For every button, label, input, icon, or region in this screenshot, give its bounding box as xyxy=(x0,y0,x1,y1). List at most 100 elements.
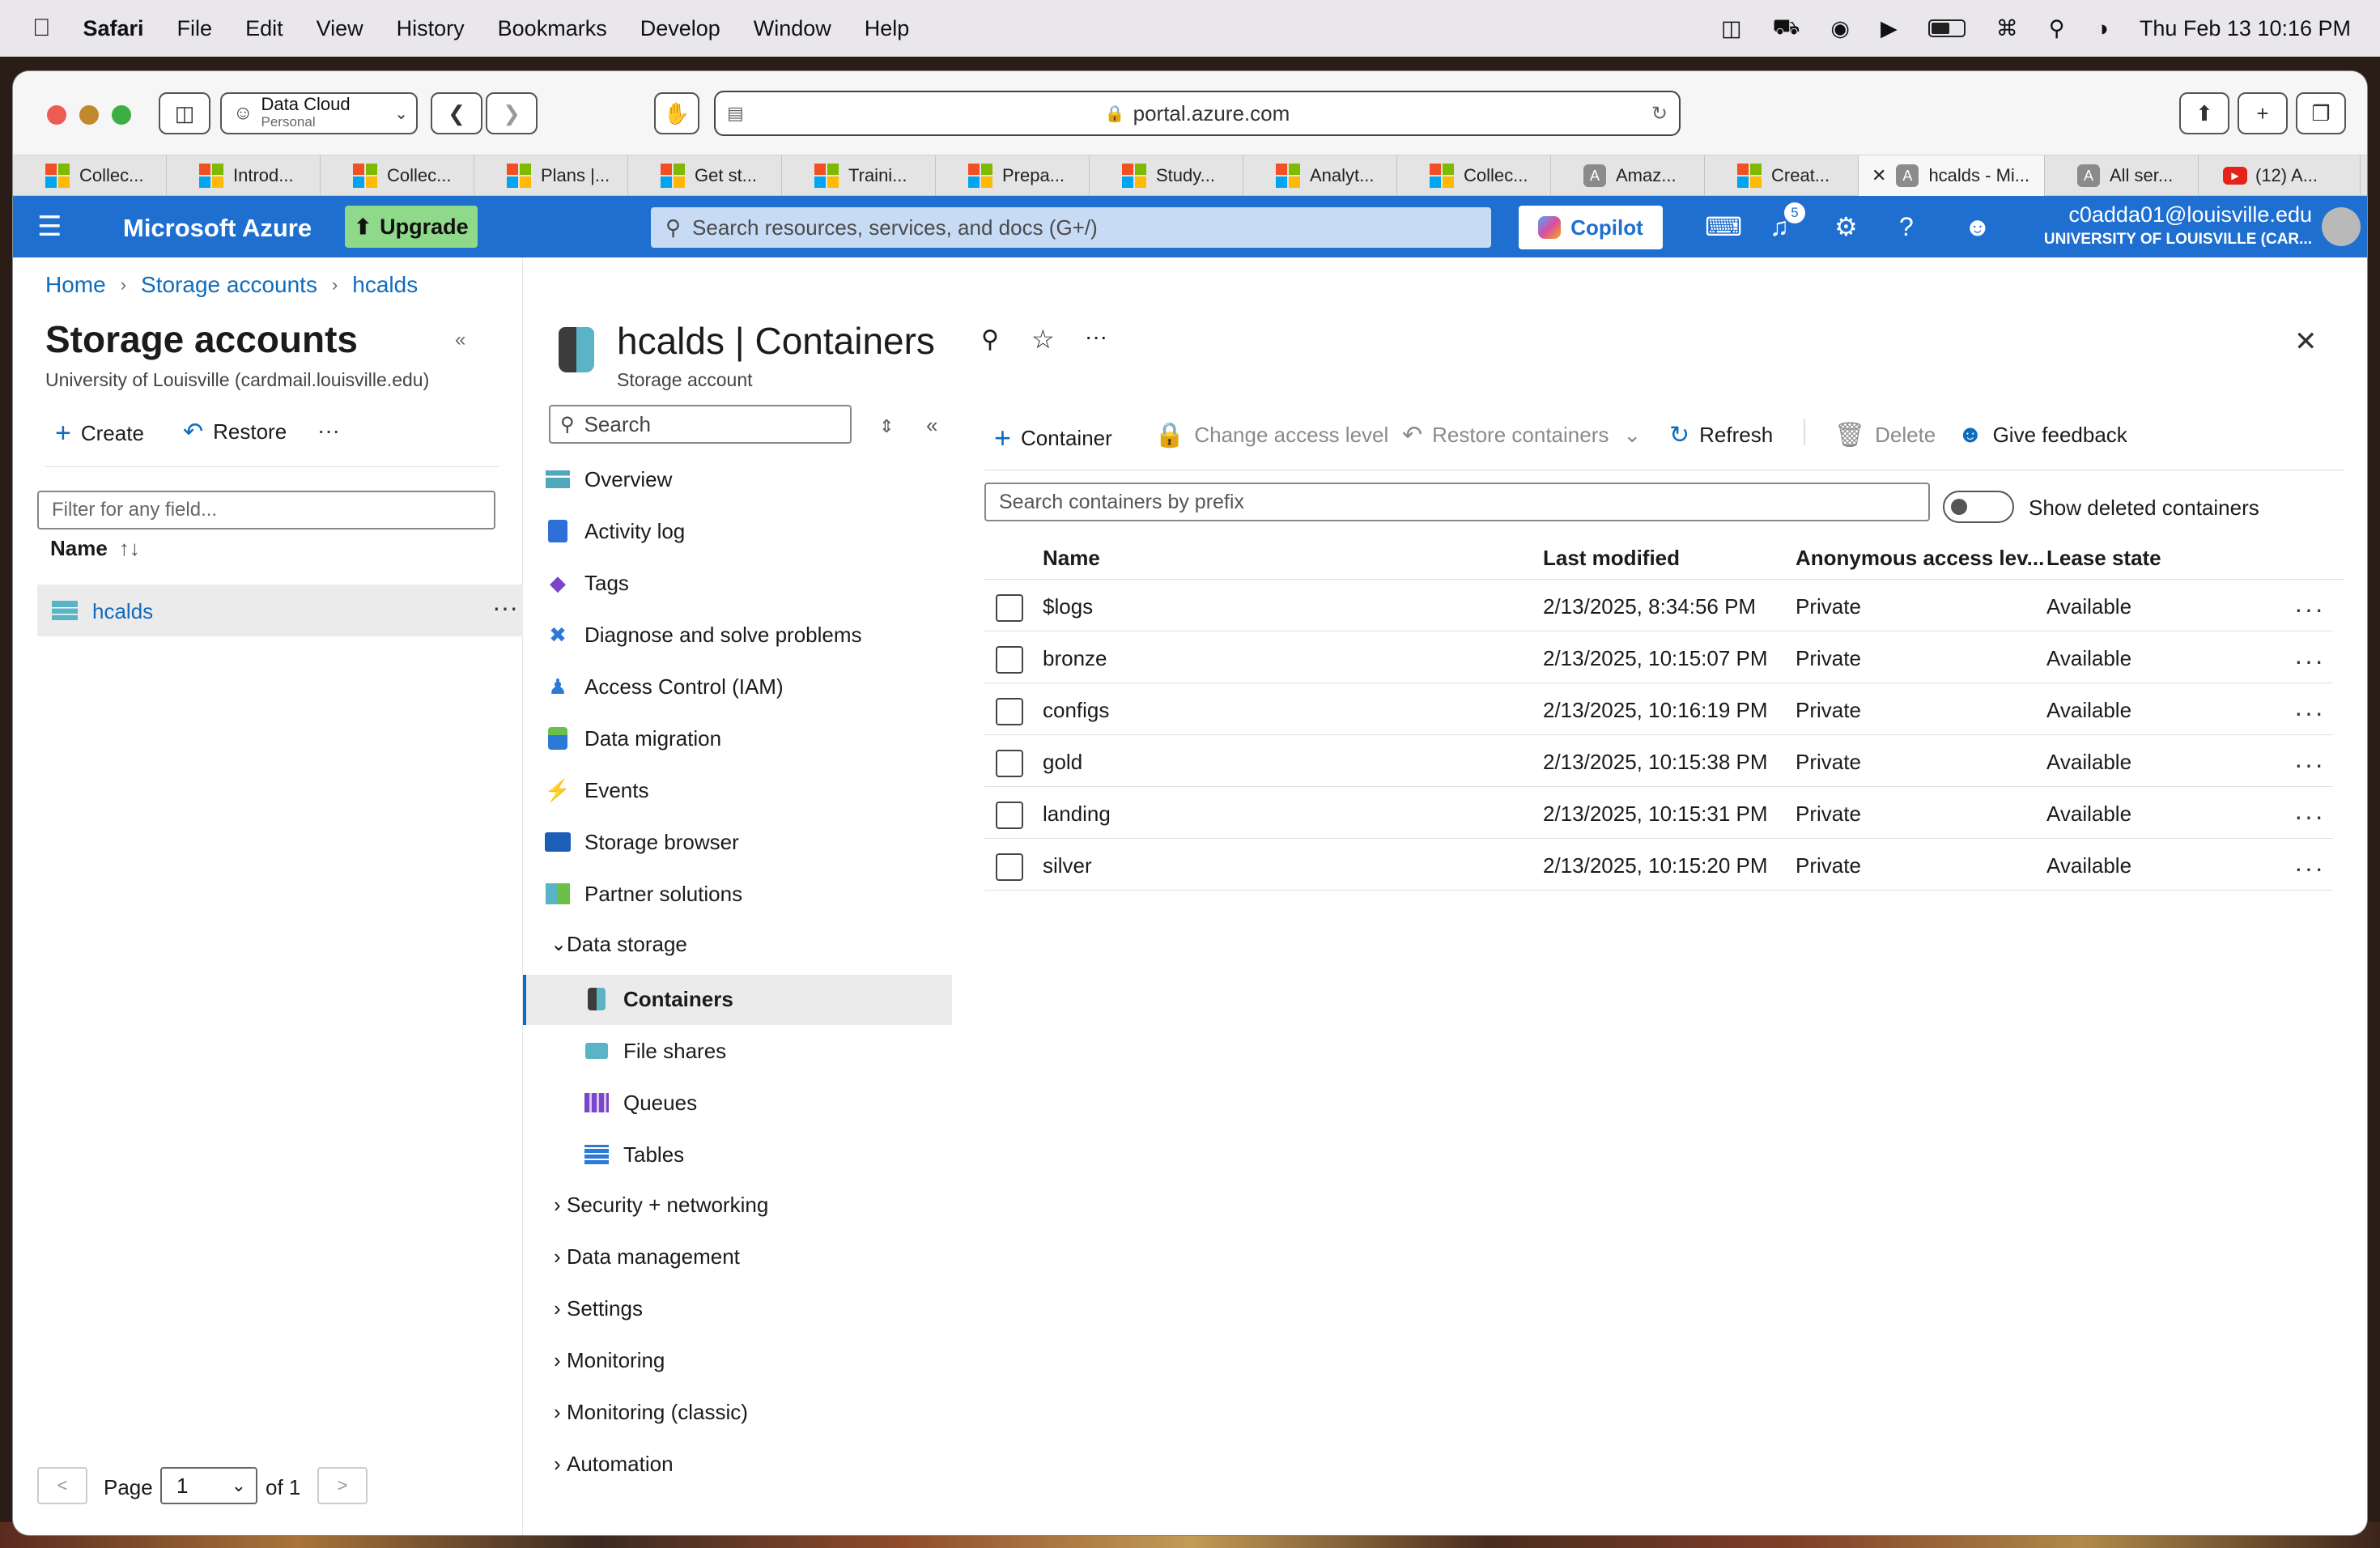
row-checkbox[interactable] xyxy=(996,698,1023,725)
reload-icon[interactable]: ↻ xyxy=(1651,102,1668,125)
zoom-window-button[interactable] xyxy=(112,105,131,125)
car-icon[interactable]: ⛟ xyxy=(1772,15,1800,43)
global-search-input[interactable]: ⚲ Search resources, services, and docs (G… xyxy=(651,207,1491,248)
container-name[interactable]: silver xyxy=(1043,853,1092,878)
restore-containers-button[interactable]: ↶ Restore containers ⌄ xyxy=(1402,421,1641,449)
expand-collapse-all-icon[interactable]: ⇕ xyxy=(879,416,894,437)
feedback-icon[interactable]: ☻ xyxy=(1964,214,1991,240)
tab-overview-button[interactable]: ❐ xyxy=(2296,92,2346,134)
nav-diagnose[interactable]: ✖ Diagnose and solve problems xyxy=(544,610,861,659)
battery-icon[interactable] xyxy=(1927,19,1966,37)
menu-file[interactable]: File xyxy=(177,16,213,41)
menu-window[interactable]: Window xyxy=(754,16,831,41)
menu-develop[interactable]: Develop xyxy=(640,16,720,41)
more-options-icon[interactable]: ··· xyxy=(1085,324,1107,350)
browser-tab[interactable]: A Amaz... xyxy=(1551,155,1705,196)
more-options-icon[interactable]: ··· xyxy=(317,418,340,444)
row-checkbox[interactable] xyxy=(996,750,1023,777)
col-header-anonymous-access[interactable]: Anonymous access lev... xyxy=(1796,546,2044,571)
row-checkbox[interactable] xyxy=(996,594,1023,622)
profile-button[interactable]: ☺ Data Cloud Personal ⌄ xyxy=(220,92,418,134)
nav-group-monitoring-classic[interactable]: › Monitoring (classic) xyxy=(554,1388,748,1436)
browser-tab[interactable]: Collec... xyxy=(1397,155,1551,196)
nav-group-security-networking[interactable]: › Security + networking xyxy=(554,1180,768,1229)
previous-page-button[interactable]: < xyxy=(37,1467,87,1504)
browser-tab[interactable]: Traini... xyxy=(782,155,936,196)
nav-group-automation[interactable]: › Automation xyxy=(554,1440,674,1488)
nav-events[interactable]: ⚡ Events xyxy=(544,766,649,814)
browser-tab[interactable]: Collec... xyxy=(321,155,474,196)
privacy-shield-button[interactable]: ✋ xyxy=(654,92,699,134)
nav-partner-solutions[interactable]: Partner solutions xyxy=(544,870,742,918)
browser-tab[interactable]: Plans |... xyxy=(474,155,628,196)
show-deleted-toggle[interactable] xyxy=(1943,491,2014,523)
container-name[interactable]: gold xyxy=(1043,750,1082,775)
nav-access-control[interactable]: ♟ Access Control (IAM) xyxy=(544,662,783,711)
play-icon[interactable]: ▶ xyxy=(1881,16,1898,41)
menu-history[interactable]: History xyxy=(397,16,465,41)
browser-tab[interactable]: A All ser... xyxy=(2045,155,2199,196)
row-checkbox[interactable] xyxy=(996,853,1023,881)
refresh-button[interactable]: ↻ Refresh xyxy=(1669,421,1773,449)
page-menu-icon[interactable]: ▤ xyxy=(727,103,744,124)
nav-group-data-management[interactable]: › Data management xyxy=(554,1232,740,1281)
menu-bookmarks[interactable]: Bookmarks xyxy=(498,16,607,41)
display-icon[interactable]: ◫ xyxy=(1721,16,1742,41)
table-row[interactable]: landing 2/13/2025, 10:15:31 PM Private A… xyxy=(984,787,2333,839)
next-page-button[interactable]: > xyxy=(317,1467,368,1504)
wifi-icon[interactable]: ⌘ xyxy=(1996,16,2018,41)
storage-account-link[interactable]: hcalds xyxy=(92,599,153,624)
nav-file-shares[interactable]: File shares xyxy=(583,1027,726,1075)
page-select[interactable]: 1 ⌄ xyxy=(160,1467,257,1504)
browser-tab[interactable]: Analyt... xyxy=(1243,155,1397,196)
container-name[interactable]: landing xyxy=(1043,802,1111,827)
browser-tab[interactable]: Creat... xyxy=(1705,155,1859,196)
collapse-pane-icon[interactable]: « xyxy=(455,329,465,351)
azure-brand[interactable]: Microsoft Azure xyxy=(123,214,312,243)
back-button[interactable]: ❮ xyxy=(431,92,482,134)
browser-tab[interactable]: Study... xyxy=(1090,155,1243,196)
copilot-button[interactable]: Copilot xyxy=(1519,206,1663,249)
collapse-menu-icon[interactable]: « xyxy=(926,413,937,438)
nav-group-data-storage[interactable]: ⌄ Data storage xyxy=(550,920,687,968)
more-options-icon[interactable]: ··· xyxy=(2294,646,2325,676)
menu-edit[interactable]: Edit xyxy=(245,16,283,41)
menu-app-name[interactable]: Safari xyxy=(83,16,144,41)
row-checkbox[interactable] xyxy=(996,802,1023,829)
avatar[interactable] xyxy=(2322,207,2361,246)
container-name[interactable]: bronze xyxy=(1043,646,1107,671)
give-feedback-button[interactable]: ☻ Give feedback xyxy=(1957,421,2127,449)
nav-tables[interactable]: Tables xyxy=(583,1130,684,1179)
list-item[interactable]: hcalds ··· xyxy=(37,585,523,636)
nav-tags[interactable]: ◆ Tags xyxy=(544,559,629,607)
more-options-icon[interactable]: ··· xyxy=(2294,594,2325,624)
delete-button[interactable]: 🗑 Delete xyxy=(1834,421,1936,449)
menubar-datetime[interactable]: Thu Feb 13 10:16 PM xyxy=(2140,16,2351,41)
nav-group-monitoring[interactable]: › Monitoring xyxy=(554,1336,665,1384)
more-options-icon[interactable]: ··· xyxy=(2294,853,2325,883)
menu-view[interactable]: View xyxy=(317,16,363,41)
add-container-button[interactable]: + Container xyxy=(994,421,1112,455)
browser-tab[interactable]: Introd... xyxy=(167,155,321,196)
nav-activity-log[interactable]: Activity log xyxy=(544,507,685,555)
col-header-name[interactable]: Name xyxy=(1043,546,1100,571)
browser-tab-active[interactable]: ✕ Ahcalds - Mi... xyxy=(1859,155,2045,196)
close-window-button[interactable] xyxy=(47,105,66,125)
forward-button[interactable]: ❯ xyxy=(486,92,538,134)
more-options-icon[interactable]: ··· xyxy=(492,593,518,623)
cloud-shell-icon[interactable]: ⌨ xyxy=(1705,214,1742,240)
nav-group-settings[interactable]: › Settings xyxy=(554,1284,643,1333)
account-menu[interactable]: c0adda01@louisville.edu UNIVERSITY OF LO… xyxy=(2037,202,2312,249)
spotlight-search-icon[interactable]: ⚲ xyxy=(2049,16,2065,41)
close-blade-icon[interactable]: ✕ xyxy=(2294,325,2318,358)
nav-overview[interactable]: Overview xyxy=(544,455,672,504)
browser-tab[interactable]: ▶ (12) A... xyxy=(2199,155,2361,196)
upgrade-button[interactable]: ⬆ Upgrade xyxy=(345,206,478,248)
browser-tab[interactable]: Collec... xyxy=(13,155,167,196)
container-prefix-search-input[interactable]: Search containers by prefix xyxy=(984,483,1930,521)
control-center-icon[interactable]: ◑ xyxy=(2096,16,2109,41)
table-row[interactable]: configs 2/13/2025, 10:16:19 PM Private A… xyxy=(984,683,2333,735)
table-row[interactable]: silver 2/13/2025, 10:15:20 PM Private Av… xyxy=(984,839,2333,891)
browser-tab[interactable]: Prepa... xyxy=(936,155,1090,196)
minimize-window-button[interactable] xyxy=(79,105,99,125)
